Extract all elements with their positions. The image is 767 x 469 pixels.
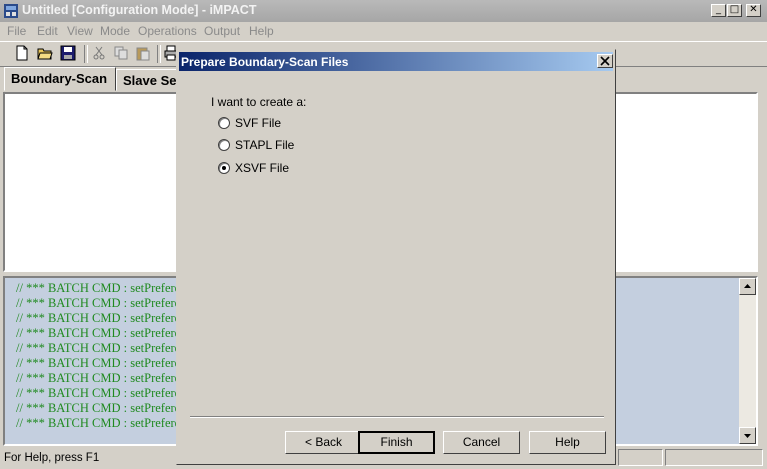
dialog-title: Prepare Boundary-Scan Files bbox=[181, 55, 349, 69]
menu-view[interactable]: View bbox=[67, 24, 93, 38]
paste-icon[interactable] bbox=[135, 45, 151, 61]
help-button[interactable]: Help bbox=[529, 431, 606, 454]
cancel-button[interactable]: Cancel bbox=[443, 431, 520, 454]
menu-file[interactable]: File bbox=[7, 24, 26, 38]
arrow-up-icon bbox=[744, 284, 751, 288]
dialog-close-button[interactable] bbox=[597, 54, 613, 68]
menu-operations[interactable]: Operations bbox=[138, 24, 197, 38]
prepare-boundary-scan-dialog: Prepare Boundary-Scan Files I want to cr… bbox=[176, 49, 616, 465]
close-icon bbox=[600, 56, 610, 66]
tab-slave-serial[interactable]: Slave Serial bbox=[116, 69, 178, 91]
console-line: // *** BATCH CMD : setPreferen bbox=[16, 281, 187, 295]
scroll-up-button[interactable] bbox=[739, 278, 756, 295]
maximize-button[interactable]: □ bbox=[727, 4, 742, 17]
impact-app-icon bbox=[4, 4, 18, 18]
console-line: // *** BATCH CMD : setPreferen bbox=[16, 296, 187, 310]
menu-mode[interactable]: Mode bbox=[100, 24, 130, 38]
menu-help[interactable]: Help bbox=[249, 24, 274, 38]
cut-icon[interactable] bbox=[91, 45, 107, 61]
console-line: // *** BATCH CMD : setPreferen bbox=[16, 311, 187, 325]
option-label: SVF File bbox=[235, 116, 282, 130]
menu-bar: File Edit View Mode Operations Output He… bbox=[0, 22, 767, 40]
tab-boundary-scan[interactable]: Boundary-Scan bbox=[4, 67, 116, 91]
radio-xsvf[interactable] bbox=[218, 162, 230, 174]
radio-selected-dot bbox=[222, 166, 226, 170]
dialog-separator bbox=[190, 416, 604, 418]
console-scrollbar[interactable] bbox=[739, 278, 756, 444]
dialog-title-bar: Prepare Boundary-Scan Files bbox=[179, 52, 613, 71]
console-line: // *** BATCH CMD : setPreferen bbox=[16, 401, 187, 415]
window-title: Untitled [Configuration Mode] - iMPACT bbox=[22, 3, 257, 17]
status-pane bbox=[618, 449, 663, 466]
scroll-down-button[interactable] bbox=[739, 427, 756, 444]
copy-icon[interactable] bbox=[113, 45, 129, 61]
option-label: STAPL File bbox=[235, 138, 295, 152]
open-folder-icon[interactable] bbox=[37, 45, 53, 61]
close-button[interactable]: ✕ bbox=[746, 4, 761, 17]
radio-svf[interactable] bbox=[218, 117, 230, 129]
finish-button[interactable]: Finish bbox=[358, 431, 435, 454]
radio-stapl[interactable] bbox=[218, 139, 230, 151]
console-line: // *** BATCH CMD : setPreferen bbox=[16, 416, 187, 430]
menu-edit[interactable]: Edit bbox=[37, 24, 58, 38]
create-prompt: I want to create a: bbox=[211, 95, 307, 109]
console-line: // *** BATCH CMD : setPreferen bbox=[16, 326, 187, 340]
toolbar-separator bbox=[84, 45, 88, 63]
console-line: // *** BATCH CMD : setPreferen bbox=[16, 371, 187, 385]
menu-output[interactable]: Output bbox=[204, 24, 240, 38]
save-icon[interactable] bbox=[60, 45, 76, 61]
console-line: // *** BATCH CMD : setPreferen bbox=[16, 356, 187, 370]
toolbar-separator bbox=[157, 45, 161, 63]
new-file-icon[interactable] bbox=[14, 45, 30, 61]
status-pane bbox=[665, 449, 763, 466]
title-bar: Untitled [Configuration Mode] - iMPACT _… bbox=[0, 0, 767, 22]
back-button[interactable]: < Back bbox=[285, 431, 362, 454]
status-text: For Help, press F1 bbox=[4, 452, 100, 464]
option-label: XSVF File bbox=[235, 161, 290, 175]
minimize-button[interactable]: _ bbox=[711, 4, 726, 17]
console-line: // *** BATCH CMD : setPreferen bbox=[16, 341, 187, 355]
arrow-down-icon bbox=[744, 434, 751, 438]
console-line: // *** BATCH CMD : setPreferen bbox=[16, 386, 187, 400]
